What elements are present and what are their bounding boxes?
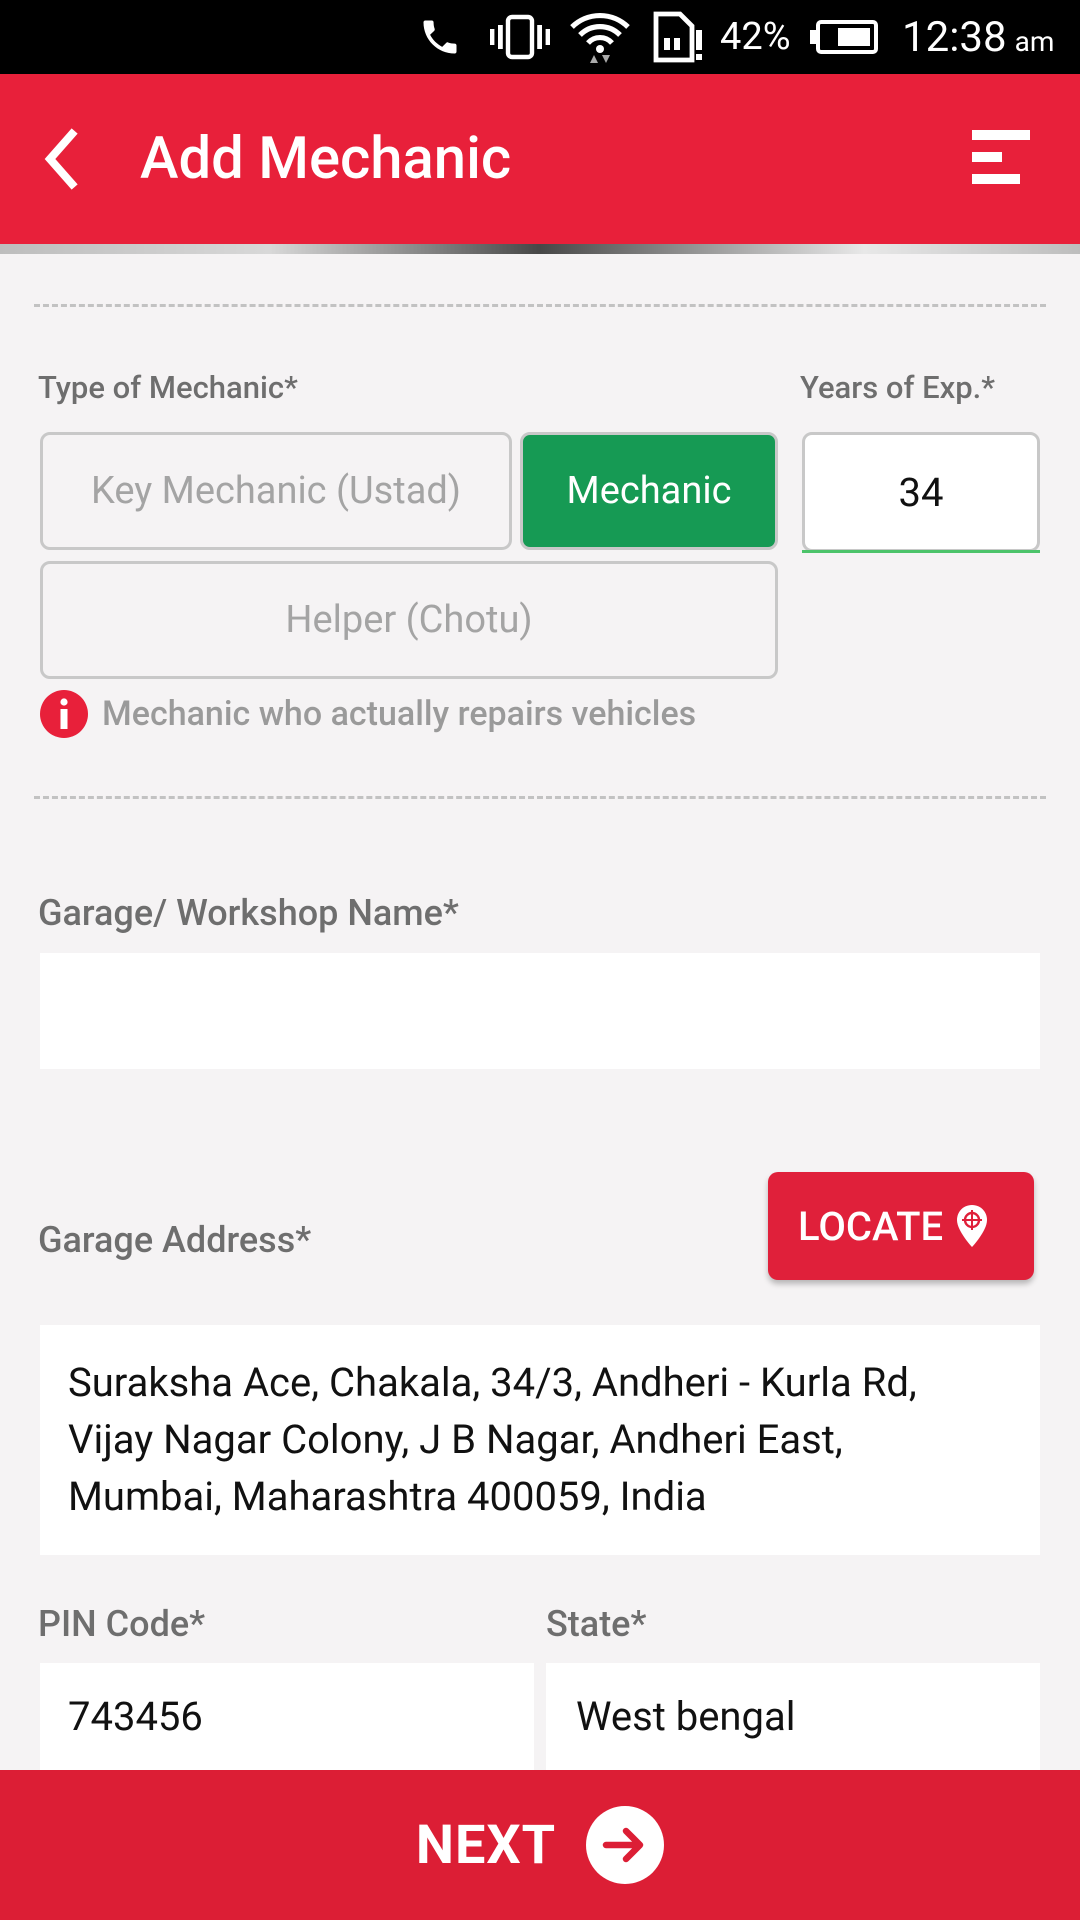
phone-call-icon [418,0,462,74]
app-bar: Add Mechanic [0,74,1080,244]
next-button[interactable]: NEXT [0,1770,1080,1920]
locate-button[interactable]: LOCATE [768,1172,1034,1280]
garage-address-value: Suraksha Ace, Chakala, 34/3, Andheri - K… [68,1359,917,1520]
info-icon [40,690,88,738]
state-value: West bengal [576,1693,796,1740]
years-exp-label: Years of Exp.* [800,369,996,406]
chevron-left-icon[interactable] [38,126,88,192]
pin-code-value: 743456 [68,1693,203,1740]
app-bar-shadow [0,244,1080,254]
clock-ampm: am [1014,24,1055,58]
garage-name-label: Garage/ Workshop Name* [38,892,459,934]
status-bar: 42% 12:38 am [0,0,1080,74]
vibrate-icon [490,0,550,74]
mechanic-type-label: Type of Mechanic* [38,369,298,406]
menu-icon[interactable] [968,128,1032,188]
divider [34,304,1046,307]
page-title: Add Mechanic [140,125,512,193]
years-exp-input[interactable]: 34 [802,432,1040,552]
battery-percent: 42% [720,15,791,59]
next-label: NEXT [415,1813,557,1877]
years-exp-underline [802,550,1040,553]
option-key-mechanic[interactable]: Key Mechanic (Ustad) [40,432,512,550]
location-pin-icon [957,1205,988,1247]
option-helper[interactable]: Helper (Chotu) [40,561,778,679]
clock: 12:38 am [902,0,1054,74]
pin-code-input[interactable]: 743456 [40,1663,534,1770]
option-mechanic[interactable]: Mechanic [520,432,778,550]
garage-address-label: Garage Address* [38,1219,312,1261]
pin-code-label: PIN Code* [38,1603,206,1645]
state-label: State* [546,1603,647,1645]
clock-time: 12:38 [902,12,1007,62]
battery-icon [810,0,878,74]
locate-label: LOCATE [798,1202,944,1250]
divider [34,796,1046,799]
garage-name-input[interactable] [40,953,1040,1069]
arrow-right-icon [586,1806,665,1884]
sim-alert-icon [648,0,704,74]
state-input[interactable]: West bengal [546,1663,1040,1770]
wifi-icon [568,0,632,74]
mechanic-type-hint: Mechanic who actually repairs vehicles [102,694,697,734]
